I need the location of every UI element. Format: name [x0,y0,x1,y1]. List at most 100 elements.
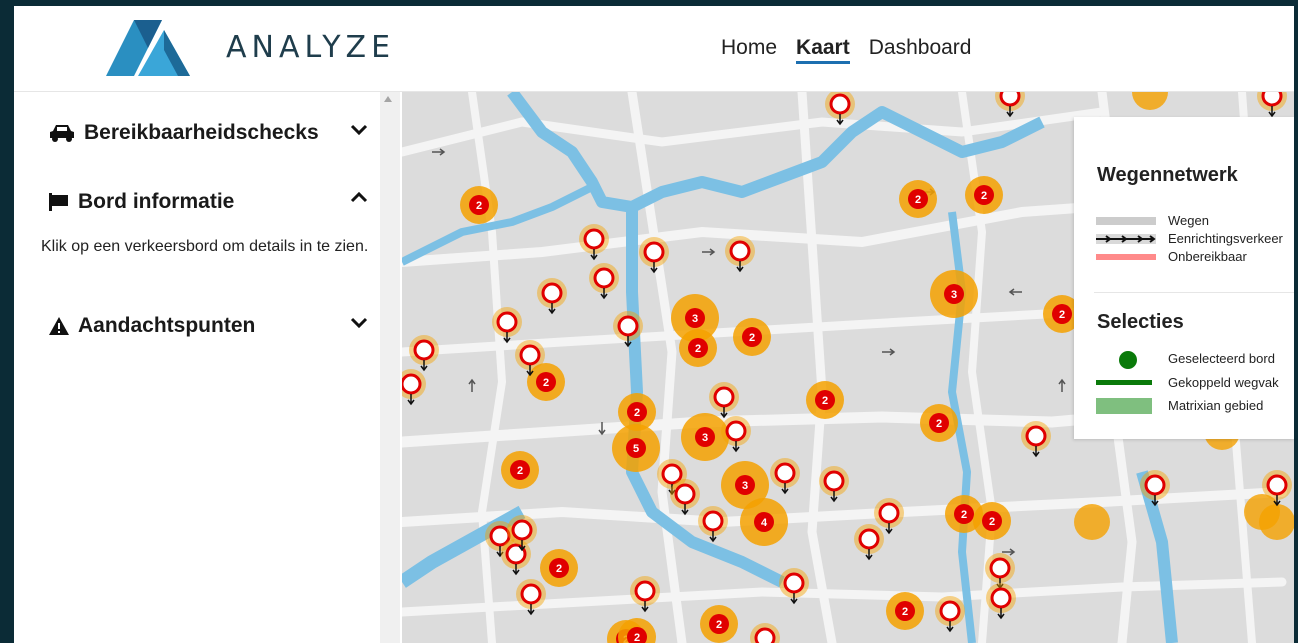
scroll-up-arrow-icon[interactable] [384,96,392,102]
traffic-sign-marker[interactable] [409,335,439,372]
legend-item-geselecteerd-bord: Geselecteerd bord [1074,349,1294,369]
bord-info-text: Klik op een verkeersbord om details in t… [41,238,369,255]
top-header: ANALYZE Home Kaart Dashboard [14,6,1294,92]
cluster-count: 3 [702,432,708,444]
warning-icon [49,317,69,335]
one-way-arrows-icon [1096,234,1156,244]
cluster-marker[interactable]: 2 [540,549,578,587]
chevron-down-icon[interactable] [350,316,368,330]
legend-selection-title: Selecties [1097,311,1184,333]
cluster-halo[interactable] [1074,504,1110,540]
traffic-sign-marker[interactable] [770,458,800,495]
cluster-count: 2 [476,200,482,212]
cluster-marker[interactable]: 2 [733,318,771,356]
cluster-count: 3 [951,289,957,301]
traffic-sign-marker[interactable] [709,382,739,419]
app-window: ANALYZE Home Kaart Dashboard Bereikbaarh… [14,6,1294,643]
section-bereikbaarheidschecks[interactable]: Bereikbaarheidschecks [48,121,368,145]
traffic-sign-marker[interactable] [670,479,700,516]
traffic-sign-marker[interactable] [819,466,849,503]
legend-item-matrixian-gebied: Matrixian gebied [1074,396,1294,416]
nav-home[interactable]: Home [721,36,777,64]
cluster-marker[interactable]: 2 [973,502,1011,540]
cluster-marker[interactable]: 2 [920,404,958,442]
cluster-count: 2 [915,194,921,206]
selected-sign-dot-icon [1119,351,1137,369]
cluster-marker[interactable]: 2 [899,180,937,218]
section-title: Bereikbaarheidschecks [84,121,319,144]
traffic-sign-marker[interactable] [995,92,1025,118]
cluster-marker[interactable]: 4 [740,498,788,546]
cluster-marker[interactable]: 3 [930,270,978,318]
cluster-halo[interactable] [1132,92,1168,110]
legend-road-swatch [1096,217,1156,225]
legend-item-onbereikbaar: Onbereikbaar [1074,247,1294,267]
cluster-marker[interactable]: 2 [679,329,717,367]
analyze-logo[interactable] [106,16,216,80]
sidebar: Bereikbaarheidschecks Bord informatie Kl… [14,92,380,643]
section-bord-informatie[interactable]: Bord informatie [48,190,368,214]
traffic-sign-marker[interactable] [589,263,619,300]
legend-item-gekoppeld-wegvak: Gekoppeld wegvak [1074,373,1294,393]
traffic-sign-marker[interactable] [630,576,660,613]
legend-area-swatch [1096,398,1152,414]
cluster-count: 2 [695,343,701,355]
traffic-sign-marker[interactable] [1257,92,1287,118]
cluster-marker[interactable]: 2 [806,381,844,419]
nav-kaart[interactable]: Kaart [796,36,850,64]
cluster-count: 3 [742,480,748,492]
map-legend: Wegennetwerk Wegen Eenrichtingsverkeer O… [1074,117,1294,439]
cluster-marker[interactable]: 5 [612,424,660,472]
brand-name[interactable]: ANALYZE [226,30,395,65]
cluster-count: 2 [989,516,995,528]
car-icon [50,125,74,142]
cluster-marker[interactable]: 2 [460,186,498,224]
cluster-count: 4 [761,517,768,529]
traffic-sign-marker[interactable] [537,278,567,315]
traffic-sign-marker[interactable] [779,568,809,605]
legend-linked-road-swatch [1096,380,1152,385]
traffic-sign-marker[interactable] [725,236,755,273]
cluster-count: 2 [902,606,908,618]
legend-network-title: Wegennetwerk [1097,164,1238,186]
main-nav: Home Kaart Dashboard [721,36,971,64]
sidebar-scrollbar[interactable] [380,92,400,643]
chevron-down-icon[interactable] [350,123,368,137]
traffic-sign-marker[interactable] [1021,421,1051,458]
traffic-sign-marker[interactable] [935,596,965,633]
cluster-marker[interactable]: 2 [965,176,1003,214]
cluster-count: 2 [1059,309,1065,321]
section-aandachtspunten[interactable]: Aandachtspunten [48,314,368,338]
cluster-marker[interactable]: 2 [501,451,539,489]
nav-dashboard[interactable]: Dashboard [869,36,972,64]
cluster-count: 2 [716,619,722,631]
cluster-count: 2 [749,332,755,344]
legend-item-eenrichtingsverkeer: Eenrichtingsverkeer [1074,229,1294,249]
cluster-count: 2 [822,395,828,407]
traffic-sign-marker[interactable] [402,369,426,406]
section-title: Bord informatie [78,190,235,213]
traffic-sign-marker[interactable] [854,524,884,561]
traffic-sign-marker[interactable] [750,623,780,643]
section-title: Aandachtspunten [78,314,256,337]
cluster-count: 5 [633,443,639,455]
cluster-marker[interactable]: 2 [886,592,924,630]
legend-item-wegen: Wegen [1074,211,1294,231]
cluster-count: 2 [634,632,640,643]
cluster-halo[interactable] [1259,504,1294,540]
signpost-icon [49,193,68,211]
traffic-sign-marker[interactable] [639,237,669,274]
cluster-count: 2 [981,190,987,202]
cluster-marker[interactable]: 3 [681,413,729,461]
legend-unreachable-swatch [1096,254,1156,260]
legend-divider [1094,292,1294,293]
cluster-count: 2 [634,407,640,419]
traffic-sign-marker[interactable] [986,583,1016,620]
traffic-sign-marker[interactable] [579,224,609,261]
chevron-up-icon[interactable] [350,190,368,204]
cluster-marker[interactable]: 2 [700,605,738,643]
cluster-count: 2 [517,465,523,477]
cluster-count: 2 [936,418,942,430]
traffic-sign-marker[interactable] [698,506,728,543]
cluster-count: 2 [556,563,562,575]
